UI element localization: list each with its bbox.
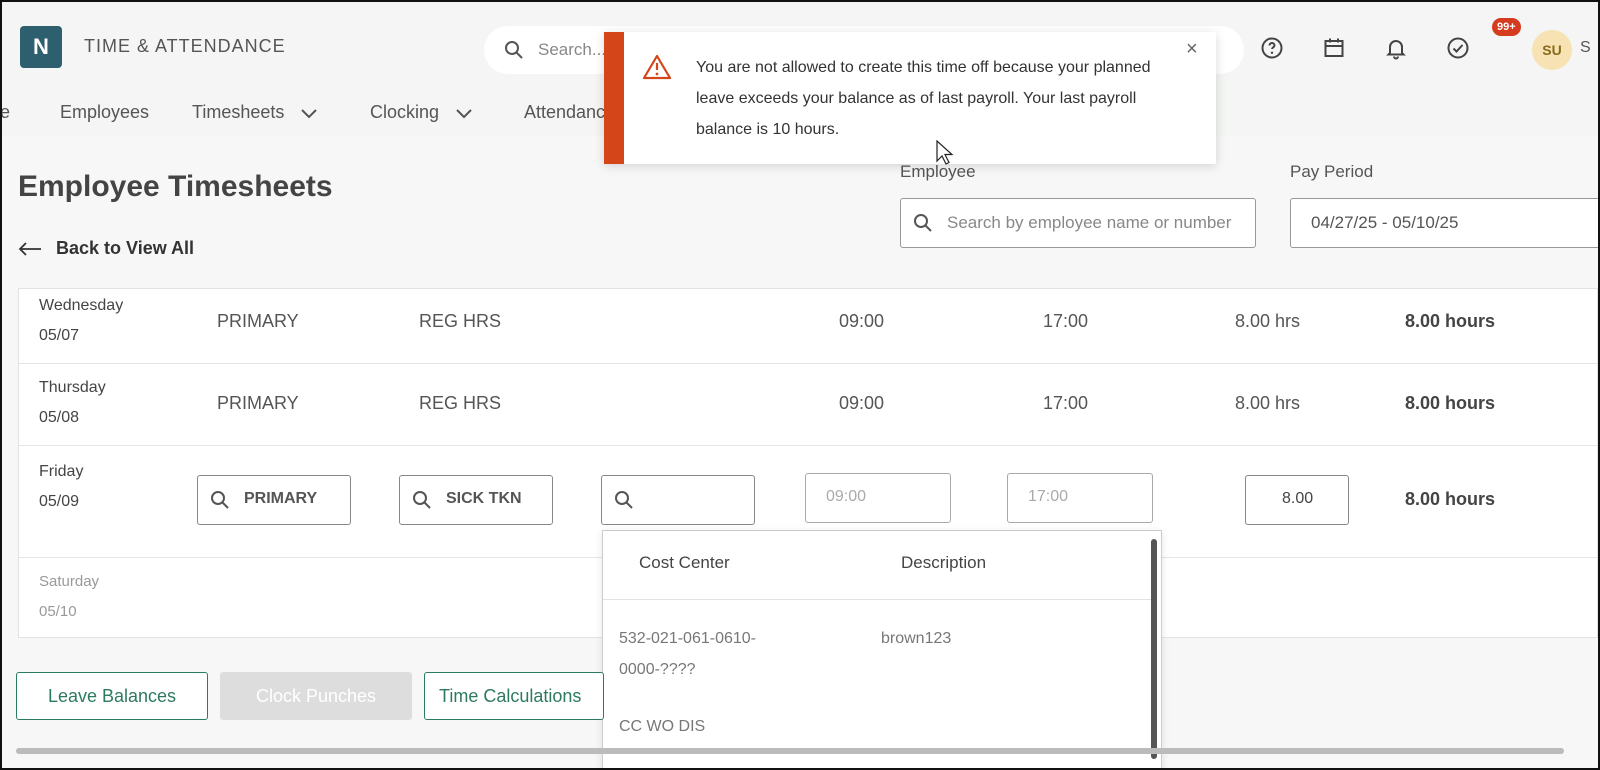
day-date: 05/08 xyxy=(39,409,80,426)
time-calculations-button[interactable]: Time Calculations xyxy=(424,672,604,720)
cost-center-input[interactable] xyxy=(601,475,755,525)
mouse-cursor-icon xyxy=(936,140,954,165)
app-title: TIME & ATTENDANCE xyxy=(84,36,286,56)
toast-message: You are not allowed to create this time … xyxy=(696,59,1151,138)
bell-icon[interactable] xyxy=(1384,36,1408,60)
option-code-line2: 0000-???? xyxy=(619,661,696,678)
total-hours-cell: 8.00 hours xyxy=(1405,311,1496,331)
option-code-line1: 532-021-061-0610- xyxy=(619,630,756,647)
pay-period-label: Pay Period xyxy=(1290,162,1374,181)
job-cell: PRIMARY xyxy=(217,311,299,331)
start-time-cell: 09:00 xyxy=(839,311,885,331)
back-label: Back to View All xyxy=(56,238,195,258)
job-input[interactable]: PRIMARY xyxy=(197,475,351,525)
calendar-icon[interactable] xyxy=(1322,36,1346,60)
hours-cell: 8.00 hrs xyxy=(1235,393,1301,413)
hours-cell: 8.00 hrs xyxy=(1235,311,1301,331)
day-date: 05/10 xyxy=(39,603,77,620)
horizontal-scrollbar[interactable] xyxy=(16,748,1564,754)
total-hours-cell: 8.00 hours xyxy=(1405,393,1496,413)
nav-item-clocking-label: Clocking xyxy=(370,102,440,122)
table-row: Thursday 05/08 PRIMARY REG HRS 09:00 17:… xyxy=(19,363,1598,446)
notification-badge: 99+ xyxy=(1492,18,1521,36)
option-description[interactable]: brown123 xyxy=(881,623,951,654)
row-day: Friday 05/09 xyxy=(39,457,83,517)
search-icon xyxy=(412,490,432,515)
tasks-check-icon[interactable] xyxy=(1446,36,1470,60)
warning-icon xyxy=(642,54,672,85)
row-day: Thursday 05/08 xyxy=(39,373,106,433)
nav-item-home[interactable]: e xyxy=(2,102,10,123)
back-to-view-all-link[interactable]: Back to View All xyxy=(18,238,194,259)
pay-code-cell: REG HRS xyxy=(419,393,502,413)
page-title: Employee Timesheets xyxy=(18,170,333,203)
app-frame: N TIME & ATTENDANCE Search... 99+ SU S e… xyxy=(0,0,1600,770)
col-header-cost-center: Cost Center xyxy=(639,553,730,572)
end-time-input[interactable]: 17:00 xyxy=(1007,473,1153,523)
job-cell: PRIMARY xyxy=(217,393,299,413)
search-icon xyxy=(504,40,524,65)
hours-input-value: 8.00 xyxy=(1282,490,1314,507)
pay-period-value: 04/27/25 - 05/10/25 xyxy=(1311,213,1459,232)
nav-item-attendance[interactable]: Attendanc xyxy=(524,102,605,123)
chevron-down-icon xyxy=(301,103,318,124)
day-date: 05/09 xyxy=(39,493,80,510)
employee-search-placeholder: Search by employee name or number xyxy=(947,213,1232,232)
row-day: Saturday 05/10 xyxy=(39,567,99,627)
search-icon xyxy=(614,490,634,515)
nav-item-clocking[interactable]: Clocking xyxy=(370,102,472,124)
job-input-value: PRIMARY xyxy=(244,490,318,507)
start-time-input[interactable]: 09:00 xyxy=(805,473,951,523)
day-name: Friday xyxy=(39,463,84,480)
day-name: Thursday xyxy=(39,379,106,396)
nav-item-timesheets-label: Timesheets xyxy=(192,102,285,122)
app-logo[interactable]: N xyxy=(20,26,62,68)
col-header-description: Description xyxy=(901,553,987,572)
dropdown-option-2[interactable]: CC WO DIS xyxy=(619,711,705,742)
nav-item-timesheets[interactable]: Timesheets xyxy=(192,102,318,124)
end-time-cell: 17:00 xyxy=(1043,393,1089,413)
error-toast: You are not allowed to create this time … xyxy=(604,32,1216,164)
search-placeholder: Search... xyxy=(538,40,607,59)
cost-center-dropdown: Cost Center Description 532-021-061-0610… xyxy=(602,530,1162,768)
leave-balances-button[interactable]: Leave Balances xyxy=(16,672,208,720)
help-icon[interactable] xyxy=(1260,36,1284,60)
employee-search-input[interactable]: Search by employee name or number xyxy=(900,198,1256,248)
user-name[interactable]: S xyxy=(1580,39,1591,57)
total-hours-cell: 8.00 hours xyxy=(1405,489,1496,509)
clock-punches-button[interactable]: Clock Punches xyxy=(220,672,412,720)
chevron-down-icon xyxy=(456,103,472,124)
pay-code-input-value: SICK TKN xyxy=(446,490,522,507)
pay-code-cell: REG HRS xyxy=(419,311,502,331)
dropdown-scrollbar[interactable] xyxy=(1151,539,1157,759)
pay-period-select[interactable]: 04/27/25 - 05/10/25 xyxy=(1290,198,1598,248)
day-date: 05/07 xyxy=(39,327,80,344)
row-day: Wednesday 05/07 xyxy=(39,291,123,351)
day-name: Saturday xyxy=(39,573,100,590)
end-time-cell: 17:00 xyxy=(1043,311,1089,331)
table-row: Wednesday 05/07 PRIMARY REG HRS 09:00 17… xyxy=(19,289,1598,364)
start-time-cell: 09:00 xyxy=(839,393,885,413)
pay-code-input[interactable]: SICK TKN xyxy=(399,475,553,525)
dropdown-option-1[interactable]: 532-021-061-0610- 0000-???? xyxy=(619,623,756,685)
search-icon xyxy=(210,490,230,515)
end-time-input-value: 17:00 xyxy=(1028,488,1069,505)
start-time-input-value: 09:00 xyxy=(826,488,867,505)
header-divider xyxy=(603,599,1151,600)
search-icon xyxy=(913,213,933,238)
close-icon[interactable]: × xyxy=(1186,38,1198,61)
arrow-left-icon xyxy=(18,241,41,256)
day-name: Wednesday xyxy=(39,297,124,314)
hours-input[interactable]: 8.00 xyxy=(1245,475,1349,525)
user-avatar[interactable]: SU xyxy=(1532,30,1572,70)
nav-item-employees[interactable]: Employees xyxy=(60,102,149,123)
